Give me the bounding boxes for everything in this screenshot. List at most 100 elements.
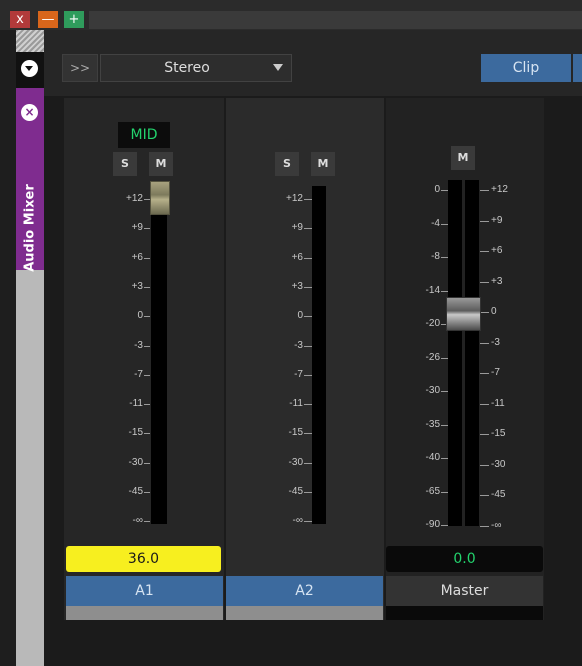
a2-tick-label: -15 bbox=[288, 427, 303, 439]
a2-routing-bar[interactable] bbox=[226, 606, 383, 620]
master-left-tick-label: -90 bbox=[425, 519, 440, 530]
a2-tick-label: -30 bbox=[288, 456, 303, 468]
master-right-tick-label: +3 bbox=[491, 275, 503, 287]
a1-fader-handle[interactable] bbox=[150, 181, 170, 215]
a1-tick-label: +6 bbox=[131, 251, 143, 263]
master-right-tick-label: -3 bbox=[491, 336, 500, 348]
a2-tick-label: -11 bbox=[289, 398, 303, 410]
a1-value-field[interactable]: 36.0 bbox=[66, 546, 221, 572]
channel-tab-a2[interactable]: A2 bbox=[226, 576, 383, 606]
clip-button-edge bbox=[573, 54, 582, 82]
master-left-tick-mark bbox=[441, 190, 448, 191]
clip-button[interactable]: Clip bbox=[481, 54, 571, 82]
master-right-tick-label: +12 bbox=[491, 184, 508, 195]
a2-tick-label: +12 bbox=[286, 193, 303, 204]
a1-tick-mark bbox=[144, 374, 150, 376]
master-right-tick-label: -45 bbox=[491, 489, 506, 500]
master-right-tick-mark bbox=[480, 312, 489, 313]
a1-tick-label: -45 bbox=[128, 486, 143, 497]
a1-tick-mark bbox=[144, 521, 150, 523]
maximize-window-button[interactable]: + bbox=[64, 11, 84, 28]
a2-tick-mark bbox=[304, 345, 312, 347]
channel-tab-a1[interactable]: A1 bbox=[66, 576, 223, 606]
master-left-tick-label: -26 bbox=[425, 351, 440, 363]
channel-tab-master[interactable]: Master bbox=[386, 576, 543, 606]
a2-tick-mark bbox=[304, 316, 312, 318]
close-window-button[interactable]: x bbox=[10, 11, 30, 28]
master-right-tick-mark bbox=[480, 251, 489, 252]
master-value-field[interactable]: 0.0 bbox=[386, 546, 543, 572]
a2-tick-label: -7 bbox=[294, 368, 303, 380]
a1-routing-bar[interactable] bbox=[66, 606, 223, 620]
master-left-tick-label: -40 bbox=[425, 452, 440, 463]
a2-tick-mark bbox=[304, 228, 312, 230]
drag-grip-handle[interactable] bbox=[16, 30, 44, 52]
a2-tick-label: -∞ bbox=[292, 515, 303, 527]
a1-tick-label: -7 bbox=[134, 368, 143, 380]
a1-tick-label: -11 bbox=[129, 398, 143, 410]
dropdown-circle-icon[interactable] bbox=[21, 60, 38, 77]
a2-tick-label: -3 bbox=[294, 339, 303, 351]
master-left-tick-label: -4 bbox=[431, 217, 440, 229]
master-left-tick-label: -14 bbox=[425, 284, 440, 296]
a1-tick-mark bbox=[144, 492, 150, 493]
master-right-tick-mark bbox=[480, 281, 489, 283]
a2-solo-button[interactable]: S bbox=[275, 152, 299, 176]
a2-tick-label: +3 bbox=[291, 280, 303, 292]
a2-tick-mark bbox=[304, 462, 312, 464]
a1-tick-label: -15 bbox=[128, 427, 143, 439]
master-left-tick-label: -20 bbox=[425, 318, 440, 329]
master-fader-handle[interactable] bbox=[446, 297, 481, 331]
a2-tick-mark bbox=[304, 199, 312, 200]
channel-mode-select[interactable]: Stereo bbox=[100, 54, 292, 82]
a2-tick-mark bbox=[304, 433, 312, 435]
master-left-tick-mark bbox=[441, 424, 448, 426]
master-meter-left bbox=[448, 180, 462, 526]
a2-tick-mark bbox=[304, 492, 312, 493]
a1-tick-mark bbox=[144, 404, 150, 406]
a1-solo-button[interactable]: S bbox=[113, 152, 137, 176]
master-left-tick-mark bbox=[441, 357, 448, 359]
master-left-tick-mark bbox=[441, 391, 448, 392]
master-right-tick-mark bbox=[480, 403, 489, 405]
master-right-tick-label: +6 bbox=[491, 245, 503, 256]
a2-tick-label: +9 bbox=[291, 222, 303, 234]
channel-strip-a1 bbox=[64, 98, 224, 620]
channel-mode-badge[interactable]: MID bbox=[118, 122, 170, 148]
master-right-tick-mark bbox=[480, 190, 489, 191]
master-left-tick-mark bbox=[441, 223, 448, 225]
master-left-tick-label: 0 bbox=[434, 184, 440, 195]
channel-mode-value: Stereo bbox=[164, 60, 210, 76]
master-right-tick-mark bbox=[480, 495, 489, 496]
a2-tick-mark bbox=[304, 374, 312, 376]
a2-tick-mark bbox=[304, 257, 312, 259]
chevron-down-icon bbox=[273, 64, 283, 71]
a2-tick-label: +6 bbox=[291, 251, 303, 263]
master-mute-button[interactable]: M bbox=[451, 146, 475, 170]
a2-tick-label: -45 bbox=[288, 486, 303, 497]
master-right-tick-label: +9 bbox=[491, 214, 503, 226]
a2-tick-mark bbox=[304, 404, 312, 406]
a1-tick-mark bbox=[144, 257, 150, 259]
master-right-tick-label: -7 bbox=[491, 367, 500, 378]
a1-tick-label: -∞ bbox=[132, 515, 143, 527]
a2-mute-button[interactable]: M bbox=[311, 152, 335, 176]
a1-mute-button[interactable]: M bbox=[149, 152, 173, 176]
master-right-tick-mark bbox=[480, 220, 489, 222]
a1-tick-mark bbox=[144, 286, 150, 288]
a1-tick-label: 0 bbox=[137, 310, 143, 322]
minimize-window-button[interactable]: — bbox=[38, 11, 58, 28]
close-circle-icon[interactable]: × bbox=[21, 104, 38, 121]
a1-tick-label: +3 bbox=[131, 280, 143, 292]
master-right-tick-label: -11 bbox=[491, 397, 505, 409]
a1-tick-mark bbox=[144, 345, 150, 347]
master-routing-bar[interactable] bbox=[386, 606, 543, 620]
a1-tick-mark bbox=[144, 228, 150, 230]
a1-level-meter bbox=[151, 182, 167, 524]
a2-tick-label: 0 bbox=[297, 310, 303, 322]
master-right-tick-label: 0 bbox=[491, 306, 497, 317]
master-right-tick-mark bbox=[480, 434, 489, 435]
expand-button[interactable]: >> bbox=[62, 54, 98, 82]
master-right-tick-label: -15 bbox=[491, 428, 506, 439]
a1-tick-label: -3 bbox=[134, 339, 143, 351]
